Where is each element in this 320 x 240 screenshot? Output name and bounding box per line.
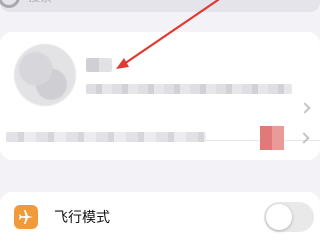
chevron-right-icon — [298, 132, 310, 144]
avatar — [14, 44, 76, 106]
account-secondary-row[interactable] — [0, 116, 320, 160]
account-card — [0, 32, 320, 160]
pixelated-badge — [260, 126, 284, 150]
search-placeholder: 搜索 — [28, 0, 52, 5]
pixelated-row-text — [6, 132, 206, 142]
settings-screen: 搜索 飞行模式 — [0, 0, 320, 240]
profile-row[interactable] — [0, 32, 320, 114]
chevron-right-icon — [299, 102, 311, 114]
search-icon — [0, 0, 20, 8]
airplane-mode-toggle[interactable] — [264, 202, 314, 232]
pixelated-name — [86, 58, 112, 72]
search-bar[interactable]: 搜索 — [0, 0, 320, 12]
toggle-knob[interactable] — [266, 204, 292, 230]
airplane-mode-label: 飞行模式 — [54, 210, 110, 226]
airplane-mode-row[interactable]: 飞行模式 — [0, 192, 320, 240]
airplane-icon — [14, 205, 38, 229]
settings-group: 飞行模式 — [0, 192, 320, 240]
pixelated-subtitle — [86, 84, 292, 94]
